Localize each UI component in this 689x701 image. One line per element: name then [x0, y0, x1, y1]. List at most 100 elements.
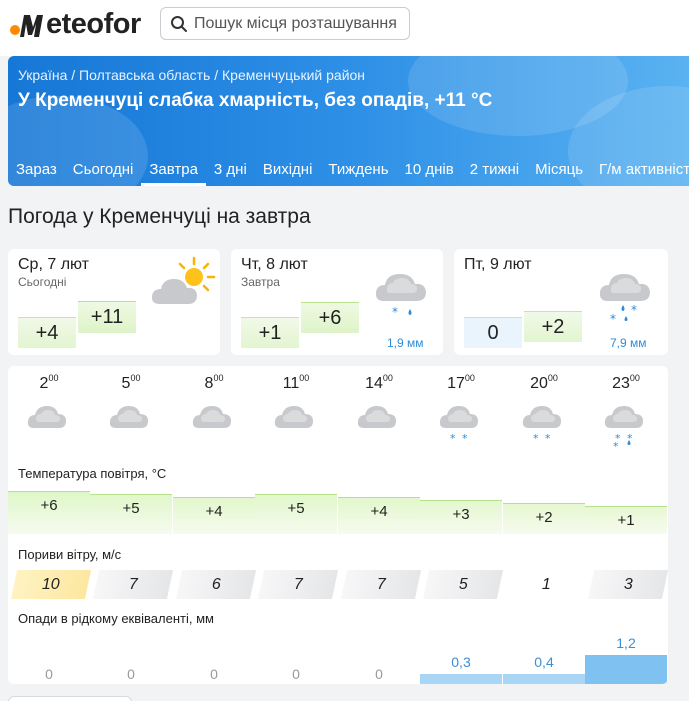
svg-text:*: * — [631, 303, 637, 317]
cloud-icon — [26, 396, 72, 453]
hour-label: 2300 — [612, 373, 640, 392]
cloud-icon — [108, 396, 154, 453]
breadcrumb: Україна / Полтавська область / Кременчуц… — [18, 67, 366, 83]
hour-label: 800 — [204, 373, 224, 392]
breadcrumb-country[interactable]: Україна — [18, 67, 67, 83]
precipitation-bar — [585, 655, 667, 684]
tab-tomorrow[interactable]: Завтра — [141, 157, 206, 186]
svg-text:*: * — [545, 432, 551, 445]
cloud-snow-rain-heavy-icon: * * — [599, 274, 650, 321]
temperature-cell: +5 — [255, 494, 337, 534]
tab-today[interactable]: Сьогодні — [65, 157, 142, 186]
wind-gust-cell: 6 — [175, 570, 257, 599]
wind-gusts-label: Пориви вітру, м/с — [18, 547, 122, 562]
breadcrumb-region[interactable]: Полтавська область — [79, 67, 210, 83]
temperature-cell: +3 — [420, 500, 502, 534]
temperature-cell: +1 — [585, 506, 667, 534]
svg-text:*: * — [462, 432, 468, 445]
cloud-icon — [273, 396, 319, 453]
tab-weekend[interactable]: Вихідні — [255, 157, 321, 186]
logo-mark-icon — [10, 15, 43, 37]
wind-gust-cell: 7 — [257, 570, 339, 599]
logo-text: eteofor — [46, 7, 141, 40]
tab-2-weeks[interactable]: 2 тижні — [462, 157, 527, 186]
svg-text:*: * — [450, 432, 456, 445]
precipitation-value: 0 — [375, 666, 383, 682]
hour-label: 1100 — [282, 373, 310, 392]
cloud-icon — [356, 396, 402, 453]
precipitation-value: 0 — [210, 666, 218, 682]
bottom-tab-edge — [8, 696, 132, 701]
wind-gust-cell: 1 — [541, 575, 551, 593]
svg-text:*: * — [392, 305, 398, 319]
hour-label: 1700 — [447, 373, 475, 392]
precipitation-label: Опади в рідкому еквіваленті, мм — [18, 611, 214, 626]
top-bar: eteofor — [0, 0, 689, 56]
temp-max: +11 — [90, 306, 124, 328]
wind-gust-cell: 5 — [422, 570, 504, 599]
precipitation-value: 0,4 — [534, 654, 554, 670]
temp-min-box: 0 — [464, 317, 522, 348]
precipitation-bar — [503, 674, 585, 684]
partly-cloudy-icon — [151, 256, 216, 304]
precipitation-value: 1,2 — [616, 635, 636, 651]
temperature-cell: +6 — [8, 491, 90, 534]
period-tabs: Зараз Сьогодні Завтра 3 дні Вихідні Тижд… — [8, 157, 689, 186]
day-date: Пт, 9 лют — [464, 256, 532, 273]
temperature-cell: +4 — [338, 497, 420, 534]
precipitation-value: 0 — [127, 666, 135, 682]
temperature-cell: +4 — [173, 497, 255, 534]
svg-text:*: * — [610, 312, 616, 321]
temp-min-box: +4 — [18, 317, 76, 348]
hourly-forecast-panel: 200 500 800 1100 1400 1700 * * 2000 * * 2300 * * * Тем… — [8, 366, 668, 684]
tab-week[interactable]: Тиждень — [320, 157, 396, 186]
day-date: Ср, 7 лют — [18, 256, 89, 273]
precipitation-bar — [420, 674, 502, 684]
search-input[interactable] — [194, 14, 399, 33]
temp-min-box: +1 — [241, 317, 299, 348]
temp-max-box: +11 — [78, 301, 136, 333]
precipitation-value: 0,3 — [451, 654, 471, 670]
day-card[interactable]: Чт, 8 лют Завтра * 1,9 мм +1 +6 — [231, 249, 443, 355]
hero-banner: Україна / Полтавська область / Кременчуц… — [8, 56, 689, 186]
temp-min: 0 — [487, 321, 499, 344]
tab-geomagnetic[interactable]: Г/м активність — [591, 157, 689, 186]
search-box[interactable] — [160, 7, 410, 40]
day-card[interactable]: Ср, 7 лют Сьогодні +4 +11 — [8, 249, 220, 355]
page-title: Погода у Кременчуці на завтра — [8, 205, 311, 228]
svg-text:*: * — [613, 440, 619, 448]
tab-now[interactable]: Зараз — [8, 157, 65, 186]
temperature-label: Температура повітря, °C — [18, 466, 167, 481]
temp-max: +2 — [541, 315, 565, 338]
wind-gust-cell: 7 — [340, 570, 422, 599]
tab-month[interactable]: Місяць — [527, 157, 591, 186]
tab-10-days[interactable]: 10 днів — [397, 157, 462, 186]
cloud-snow-heavy-icon: * * * — [603, 396, 649, 453]
precipitation-value: 0 — [45, 666, 53, 682]
day-label: Завтра — [241, 275, 280, 289]
meteofor-logo[interactable]: eteofor — [9, 6, 141, 42]
day-card[interactable]: Пт, 9 лют * * 7,9 мм 0 +2 — [454, 249, 668, 355]
wind-gust-cell: 7 — [92, 570, 174, 599]
precip-total: 1,9 мм — [387, 336, 424, 350]
hour-label: 500 — [121, 373, 141, 392]
current-weather-title: У Кременчуці слабка хмарність, без опаді… — [18, 90, 493, 111]
hour-label: 2000 — [530, 373, 558, 392]
day-date: Чт, 8 лют — [241, 256, 308, 273]
temp-max: +6 — [318, 306, 342, 329]
day-label: Сьогодні — [18, 275, 67, 289]
temp-min: +4 — [35, 321, 59, 344]
cloud-snow-rain-icon: * — [375, 274, 426, 319]
temperature-cell: +2 — [503, 503, 585, 534]
svg-text:*: * — [533, 432, 539, 445]
breadcrumb-district[interactable]: Кременчуцький район — [222, 67, 365, 83]
tab-3-days[interactable]: 3 дні — [206, 157, 255, 186]
temp-max-box: +6 — [301, 302, 359, 333]
cloud-snow-icon: * * — [521, 396, 567, 453]
precipitation-value: 0 — [292, 666, 300, 682]
cloud-icon — [191, 396, 237, 453]
temp-min: +1 — [258, 321, 282, 344]
cloud-snow-icon: * * — [438, 396, 484, 453]
wind-gust-cell: 10 — [10, 570, 92, 599]
temperature-cell: +5 — [90, 494, 172, 534]
